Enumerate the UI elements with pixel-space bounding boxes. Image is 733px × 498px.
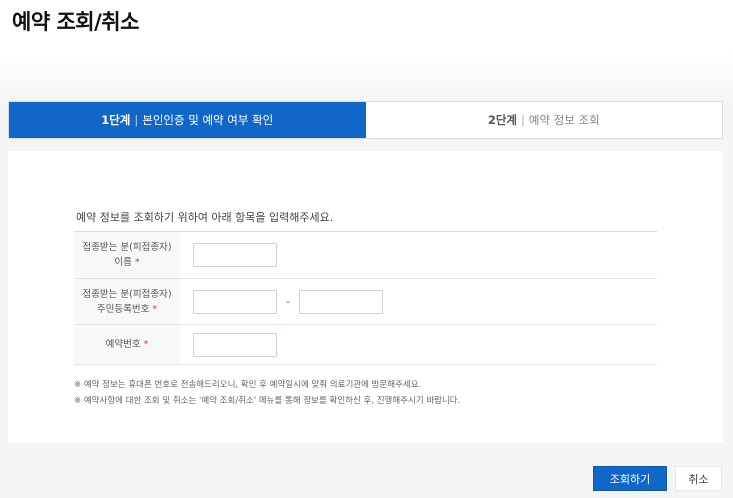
rrn-front-input[interactable] (193, 289, 277, 314)
rrn-dash: - (286, 295, 290, 308)
form-row-name: 접종받는 분(피접종자) 이름 * (74, 232, 657, 279)
rrn-label: 접종받는 분(피접종자) 주민등록번호 * (74, 279, 180, 324)
cancel-button[interactable]: 취소 (675, 466, 722, 491)
rrn-label-line1: 접종받는 분(피접종자) (82, 288, 172, 300)
rrn-label-line2: 주민등록번호 * (97, 302, 157, 317)
name-field-cell (180, 232, 657, 278)
step-2-label: 예약 정보 조회 (528, 113, 600, 127)
notice-item: ※ 예약 정보는 휴대폰 번호로 전송해드리오니, 확인 후 예약일시에 맞춰 … (74, 380, 422, 390)
step-2-number: 2단계 (487, 113, 517, 127)
step-1-number: 1단계 (101, 113, 131, 127)
page-title: 예약 조회/취소 (12, 10, 139, 34)
step-1: 1단계 | 본인인증 및 예약 여부 확인 (9, 102, 366, 138)
step-2: 2단계 | 예약 정보 조회 (365, 102, 722, 138)
search-button[interactable]: 조회하기 (593, 466, 667, 491)
rrn-field-cell: - (180, 279, 657, 324)
header-band (0, 54, 733, 100)
required-mark: * (134, 257, 140, 268)
name-input[interactable] (193, 243, 277, 267)
name-label: 접종받는 분(피접종자) 이름 * (74, 232, 180, 278)
verification-form: 접종받는 분(피접종자) 이름 * 접종받는 분(피접종자) 주민등록번호 * - … (74, 231, 657, 365)
required-mark: * (152, 303, 158, 315)
form-row-reservation: 예약번호 * (74, 325, 657, 365)
notice-list: ※ 예약 정보는 휴대폰 번호로 전송해드리오니, 확인 후 예약일시에 맞춰 … (74, 377, 460, 409)
required-mark: * (143, 339, 149, 350)
reservation-number-input[interactable] (193, 332, 277, 357)
name-label-text: 이름 (114, 257, 132, 268)
form-row-rrn: 접종받는 분(피접종자) 주민등록번호 * - (74, 279, 657, 325)
reservation-field-cell (180, 325, 657, 364)
reservation-label-text: 예약번호 (105, 339, 141, 350)
step-1-separator: | (134, 113, 139, 127)
reservation-label-line: 예약번호 * (106, 337, 149, 352)
name-label-line1: 접종받는 분(피접종자) (82, 242, 172, 253)
notice-item: ※ 예약사항에 대한 조회 및 취소는 '예약 조회/취소' 메뉴를 통해 정보… (74, 396, 461, 406)
step-2-separator: | (521, 113, 525, 127)
step-1-label: 본인인증 및 예약 여부 확인 (142, 113, 274, 127)
reservation-label: 예약번호 * (74, 325, 180, 364)
step-indicator: 1단계 | 본인인증 및 예약 여부 확인 2단계 | 예약 정보 조회 (8, 101, 723, 139)
name-label-line2: 이름 * (114, 255, 139, 270)
form-intro: 예약 정보를 조회하기 위하여 아래 항목을 입력해주세요. (76, 211, 334, 224)
rrn-back-input[interactable] (298, 289, 383, 314)
header-bar: 예약 조회/취소 (0, 0, 733, 54)
rrn-label-text: 주민등록번호 (96, 303, 150, 315)
